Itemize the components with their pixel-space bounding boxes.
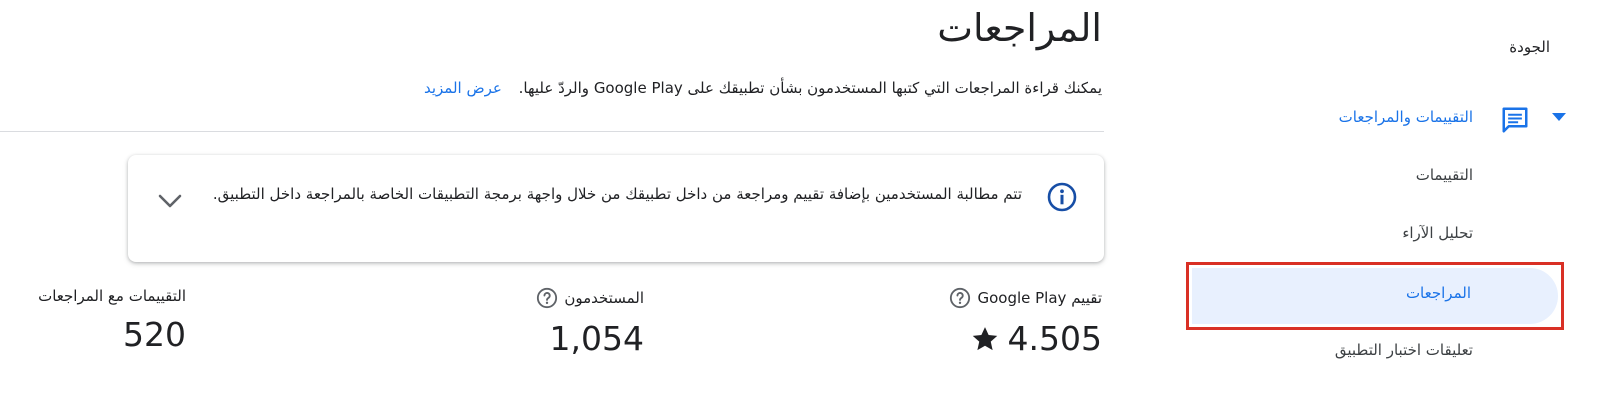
caret-down-icon[interactable] <box>1552 113 1566 121</box>
page-description: يمكنك قراءة المراجعات التي كتبها المستخد… <box>424 79 1102 97</box>
sidebar-section-label: التقييمات والمراجعات <box>1338 108 1473 126</box>
stat-label: تقييم Google Play <box>977 289 1102 307</box>
stat-ratings-with-reviews: التقييمات مع المراجعات 520 <box>38 287 186 354</box>
description-text: يمكنك قراءة المراجعات التي كتبها المستخد… <box>518 79 1102 97</box>
stat-label: التقييمات مع المراجعات <box>38 287 186 305</box>
stat-users: المستخدمون 1,054 <box>536 287 644 358</box>
page-title: المراجعات <box>937 6 1102 50</box>
reviews-icon <box>1502 107 1528 133</box>
info-card: تتم مطالبة المستخدمين بإضافة تقييم ومراج… <box>128 155 1104 262</box>
sidebar-item-reviews[interactable]: المراجعات <box>1186 262 1564 330</box>
divider <box>0 131 1104 132</box>
info-card-text: تتم مطالبة المستخدمين بإضافة تقييم ومراج… <box>212 185 1022 203</box>
stat-value: 520 <box>123 315 186 354</box>
active-item-background <box>1192 268 1558 324</box>
sidebar-item-ratings[interactable]: التقييمات <box>1416 166 1473 184</box>
learn-more-link[interactable]: عرض المزيد <box>424 79 502 97</box>
stat-value: 1,054 <box>549 319 644 358</box>
star-icon <box>972 326 997 350</box>
stat-value: 4.505 <box>1007 319 1102 358</box>
info-icon <box>1047 182 1077 212</box>
chevron-down-icon[interactable] <box>152 183 188 219</box>
main-content: المراجعات يمكنك قراءة المراجعات التي كتب… <box>0 0 1104 402</box>
sidebar-item-label: المراجعات <box>1405 284 1471 302</box>
help-icon[interactable] <box>949 287 971 309</box>
sidebar-item-testing-feedback[interactable]: تعليقات اختبار التطبيق <box>1335 341 1473 359</box>
play-console-page: الجودة التقييمات والمراجعات التقييمات تح… <box>0 0 1618 402</box>
help-icon[interactable] <box>536 287 558 309</box>
sidebar-item-quality[interactable]: الجودة <box>1509 38 1550 56</box>
sidebar-section-ratings-reviews[interactable]: التقييمات والمراجعات <box>1178 103 1618 137</box>
stat-google-play-rating: تقييم Google Play 4.505 <box>949 287 1102 358</box>
sidebar-item-sentiment-analysis[interactable]: تحليل الآراء <box>1402 224 1473 242</box>
stat-label: المستخدمون <box>564 289 644 307</box>
sidebar-nav: الجودة التقييمات والمراجعات التقييمات تح… <box>1178 0 1618 402</box>
